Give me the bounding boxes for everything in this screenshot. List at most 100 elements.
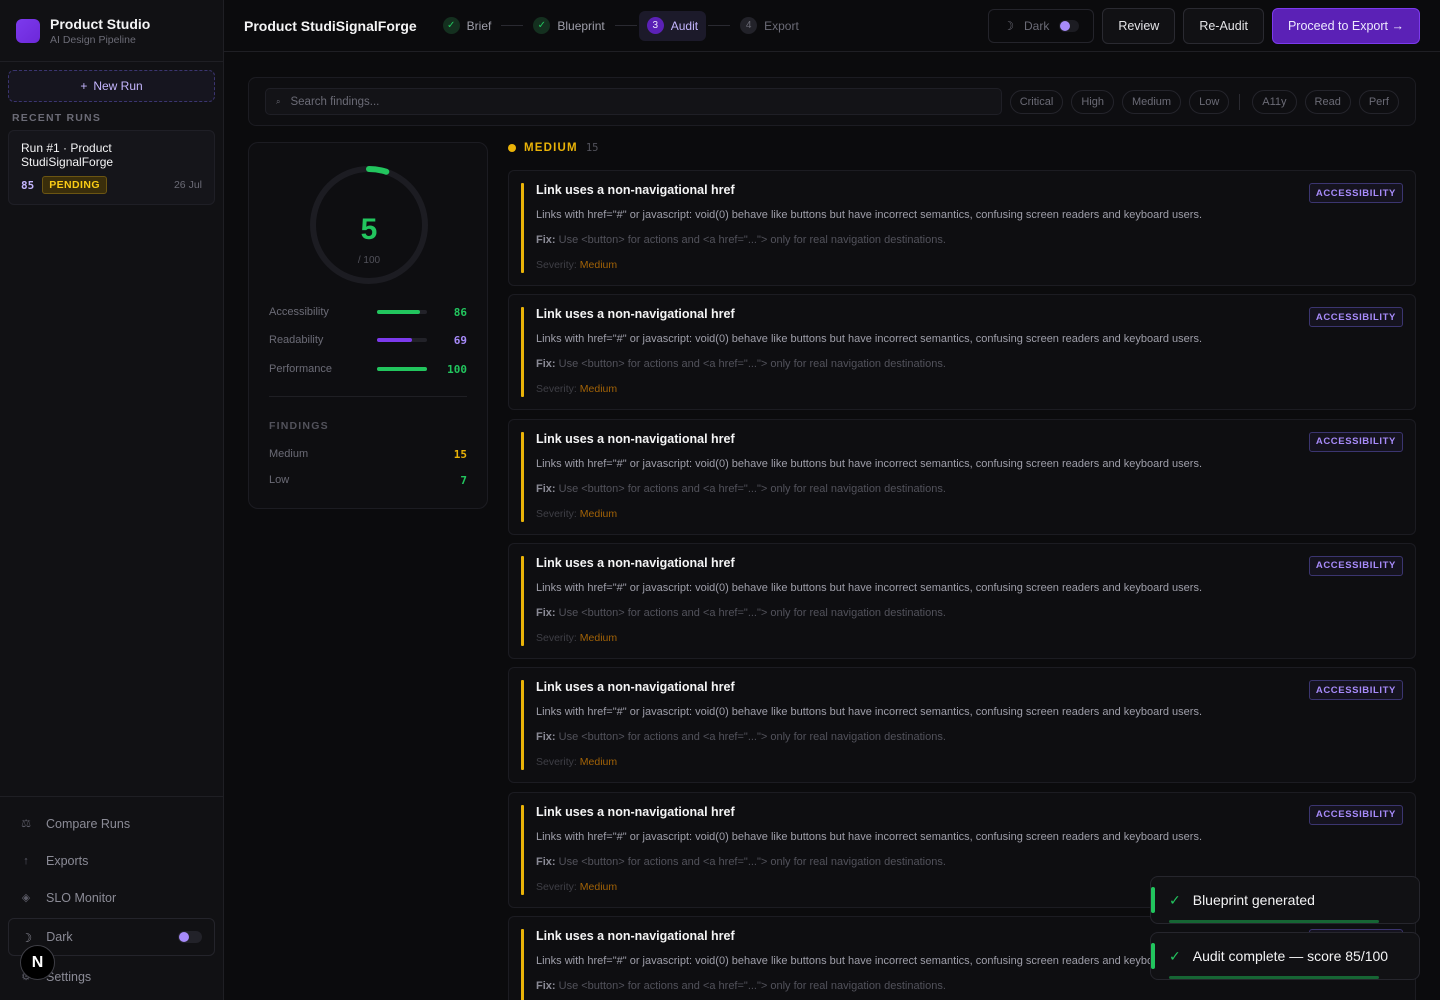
- search-icon: ⌕: [276, 96, 281, 106]
- category-tag[interactable]: ACCESSIBILITY: [1308, 431, 1403, 452]
- metric-value: 69: [453, 333, 467, 347]
- severity-value: Medium: [579, 631, 618, 644]
- sidebar-item-label: SLO Monitor: [46, 890, 117, 905]
- filter-chip-perf[interactable]: Perf: [1358, 89, 1399, 114]
- avatar[interactable]: N: [20, 945, 55, 980]
- finding-fix: Fix: Use <button> for actions and <a hre…: [536, 607, 946, 619]
- sidebar-item-label: Exports: [46, 853, 89, 868]
- fix-text: Use <button> for actions and <a href="..…: [558, 358, 946, 371]
- finding-severity: Severity: Medium: [536, 756, 617, 768]
- theme-toggle[interactable]: ☽ Dark: [988, 8, 1095, 43]
- step-export[interactable]: 4 Export: [732, 11, 807, 41]
- finding-title: Link uses a non-navigational href: [536, 680, 735, 695]
- severity-value: Medium: [579, 507, 618, 520]
- step-brief[interactable]: ✓ Brief: [435, 11, 500, 41]
- brand: Product Studio AI Design Pipeline: [0, 0, 223, 62]
- finding-card[interactable]: Link uses a non-navigational href Links w…: [508, 542, 1416, 659]
- sidebar-item-exports[interactable]: ↑ Exports: [8, 842, 215, 879]
- sidebar-item-compare-runs[interactable]: ⚖ Compare Runs: [8, 805, 215, 842]
- category-tag[interactable]: ACCESSIBILITY: [1308, 183, 1403, 203]
- review-button[interactable]: Review: [1102, 7, 1176, 44]
- findings-count-label: Low: [269, 474, 290, 486]
- check-icon: ✓: [1169, 947, 1181, 964]
- finding-card[interactable]: Link uses a non-navigational href Links w…: [508, 418, 1416, 535]
- metric-label: Readability: [269, 334, 324, 346]
- severity-stripe: [521, 183, 524, 273]
- toast-text: Audit complete — score 85/100: [1192, 948, 1389, 964]
- severity-label: Severity:: [536, 507, 577, 520]
- finding-description: Links with href="#" or javascript: void(…: [536, 209, 1203, 221]
- category-tag[interactable]: ACCESSIBILITY: [1308, 804, 1403, 825]
- finding-description: Links with href="#" or javascript: void(…: [536, 830, 1203, 843]
- finding-card[interactable]: Link uses a non-navigational href Links w…: [508, 294, 1416, 411]
- sidebar-item-label: Settings: [46, 969, 92, 984]
- category-tag[interactable]: ACCESSIBILITY: [1308, 307, 1403, 328]
- filter-chip-low[interactable]: Low: [1189, 89, 1230, 114]
- step-label: Export: [764, 18, 799, 33]
- metric-performance: Performance 100: [269, 361, 467, 377]
- fix-label: Fix:: [536, 358, 556, 371]
- diamond-icon: ◈: [21, 892, 31, 904]
- findings-count-label: Medium: [269, 448, 309, 460]
- finding-title: Link uses a non-navigational href: [536, 431, 735, 446]
- toast-notification[interactable]: ✓ Audit complete — score 85/100: [1150, 932, 1420, 980]
- filter-chip-medium[interactable]: Medium: [1121, 89, 1182, 114]
- proceed-to-export-button[interactable]: Proceed to Export →: [1271, 7, 1420, 44]
- filter-chip-read[interactable]: Read: [1304, 89, 1351, 114]
- severity-group-name: MEDIUM: [524, 142, 578, 154]
- severity-label: Severity:: [536, 259, 577, 271]
- findings-count-value: 7: [460, 473, 467, 487]
- metric-accessibility: Accessibility 86: [269, 304, 467, 320]
- severity-label: Severity:: [536, 383, 577, 396]
- plus-icon: +: [80, 79, 88, 93]
- finding-title: Link uses a non-navigational href: [536, 183, 735, 197]
- finding-severity: Severity: Medium: [536, 259, 617, 271]
- step-blueprint[interactable]: ✓ Blueprint: [525, 11, 612, 41]
- filter-chip-a11y[interactable]: A11y: [1252, 89, 1297, 114]
- category-tag[interactable]: ACCESSIBILITY: [1308, 680, 1403, 701]
- recent-runs-heading: RECENT RUNS: [12, 112, 102, 124]
- finding-description: Links with href="#" or javascript: void(…: [536, 333, 1203, 346]
- app-logo: [16, 18, 40, 43]
- finding-card[interactable]: Link uses a non-navigational href Links w…: [508, 170, 1416, 286]
- toast-progress: [1169, 976, 1379, 979]
- step-number: 3: [646, 17, 664, 34]
- step-connector: [501, 25, 524, 26]
- fix-label: Fix:: [536, 606, 556, 619]
- category-tag[interactable]: ACCESSIBILITY: [1308, 555, 1403, 576]
- step-label: Blueprint: [557, 18, 605, 33]
- metric-bar-fill: [377, 310, 420, 314]
- re-audit-button[interactable]: Re-Audit: [1183, 7, 1264, 44]
- fix-text: Use <button> for actions and <a href="..…: [558, 234, 946, 246]
- filter-chip-high[interactable]: High: [1071, 89, 1114, 114]
- toast-text: Blueprint generated: [1192, 892, 1315, 908]
- severity-stripe: [521, 431, 524, 522]
- finding-title: Link uses a non-navigational href: [536, 804, 735, 819]
- toast-notification[interactable]: ✓ Blueprint generated: [1150, 876, 1420, 924]
- theme-toggle-switch[interactable]: [1059, 19, 1080, 32]
- sidebar-item-slo-monitor[interactable]: ◈ SLO Monitor: [8, 879, 215, 916]
- search-input[interactable]: ⌕ Search findings...: [265, 88, 1002, 115]
- finding-fix: Fix: Use <button> for actions and <a hre…: [536, 980, 946, 992]
- theme-toggle-switch[interactable]: [178, 931, 202, 943]
- finding-card[interactable]: Link uses a non-navigational href Links w…: [508, 667, 1416, 784]
- findings-count-low: Low 7: [269, 472, 467, 488]
- run-card[interactable]: Run #1 · Product StudiSignalForge 85 PEN…: [8, 130, 215, 205]
- new-run-button[interactable]: + New Run: [8, 70, 215, 102]
- severity-value: Medium: [579, 880, 618, 893]
- moon-icon: ☽: [21, 930, 33, 945]
- fix-label: Fix:: [536, 482, 556, 495]
- step-audit[interactable]: 3 Audit: [638, 10, 707, 41]
- metric-label: Performance: [269, 363, 332, 375]
- metric-value: 100: [447, 362, 467, 376]
- brand-title: Product Studio: [50, 15, 151, 32]
- findings-count-medium: Medium 15: [269, 446, 467, 462]
- severity-group-header[interactable]: MEDIUM 15: [508, 142, 599, 154]
- step-connector: [708, 25, 731, 26]
- filter-chip-critical[interactable]: Critical: [1009, 89, 1064, 114]
- upload-icon: ↑: [23, 854, 29, 867]
- status-badge: PENDING: [42, 176, 107, 194]
- finding-title: Link uses a non-navigational href: [536, 555, 735, 570]
- fix-label: Fix:: [536, 731, 556, 744]
- run-date: 26 Jul: [173, 179, 202, 191]
